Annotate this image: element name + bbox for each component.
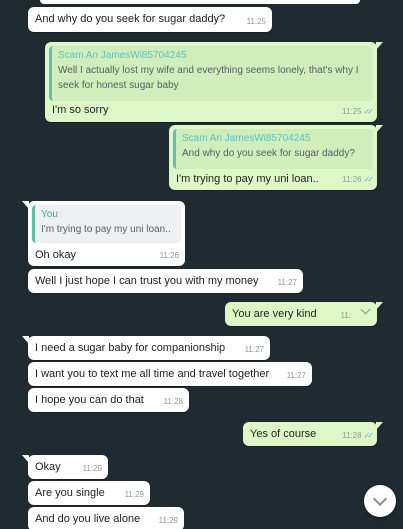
message-time: 11: [340,311,351,320]
message-bubble-incoming[interactable]: I need a sugar baby for companionship 11… [22,336,270,360]
message-bubble-outgoing[interactable]: Yes of course 11:28 ✓✓ [243,422,383,446]
message-text: Oh okay [35,249,76,261]
quoted-message[interactable]: You I'm trying to pay my uni loan.. [32,205,181,243]
quote-text: And why do you seek for sugar daddy? [182,148,355,159]
message-bubble-incoming[interactable]: You I'm trying to pay my uni loan.. Oh o… [22,201,185,266]
message-bubble-incoming[interactable]: I hope you can do that 11:28 [28,388,189,412]
message-text: Well I just hope I can trust you with my… [35,275,259,287]
message-text: You are very kind [232,308,317,320]
quote-author: Scam An JamesWi85704245 [58,50,187,61]
quote-author: You [41,209,58,220]
chat-panel: And why do you seek for sugar daddy? 11:… [0,0,403,529]
double-check-icon: ✓✓ [363,175,375,184]
message-bubble-incoming[interactable]: I want you to text me all time and trave… [28,362,312,386]
scroll-down-button[interactable] [364,485,396,517]
quote-text: I'm trying to pay my uni loan.. [41,224,171,235]
message-time: 11:27 [277,278,297,287]
message-meta: 11:28 ✓✓ [342,429,375,443]
message-bubble-incoming[interactable]: And why do you seek for sugar daddy? 11:… [28,7,272,32]
message-text: Okay [35,461,61,473]
message-time: 11:28 [342,431,362,440]
message-bubble-partial [40,0,360,4]
message-bubble-incoming[interactable]: Well I just hope I can trust you with my… [28,269,303,293]
quoted-message[interactable]: Scam An JamesWi85704245 And why do you s… [173,129,373,169]
message-bubble-outgoing[interactable]: Scam An JamesWi85704245 And why do you s… [169,125,383,190]
message-time: 11:26 [159,251,179,260]
chevron-down-icon[interactable] [360,304,371,315]
quoted-message[interactable]: Scam An JamesWi85704245 Well I actually … [49,46,373,101]
message-text: I'm trying to pay my uni loan.. [176,173,319,185]
message-text: I'm so sorry [52,104,109,116]
message-meta: 11:25 ✓✓ [342,105,375,119]
quote-text: Well I actually lost my wife and everyth… [58,65,359,91]
message-meta: 11:26 ✓✓ [342,173,375,187]
message-time: 11:25 [246,17,266,26]
message-text: Are you single [35,487,105,499]
message-time: 11:27 [286,371,306,380]
message-bubble-incoming[interactable]: Okay 11:29 [22,455,108,479]
message-bubble-incoming[interactable]: Are you single 11:29 [28,481,150,505]
message-text: And why do you seek for sugar daddy? [35,13,226,25]
message-text: And do you live alone [35,513,141,525]
message-text: Yes of course [250,428,317,440]
message-time: 11:29 [124,490,144,499]
message-time: 11:26 [342,175,362,184]
message-time: 11:27 [244,345,264,354]
double-check-icon: ✓✓ [363,431,375,440]
message-time: 11:28 [163,397,183,406]
message-time: 11:25 [342,107,362,116]
quote-author: Scam An JamesWi85704245 [182,133,311,144]
message-time: 11:29 [158,516,178,525]
message-text: I want you to text me all time and trave… [35,368,270,380]
message-bubble-incoming[interactable]: And do you live alone 11:29 [28,507,184,529]
message-bubble-outgoing[interactable]: You are very kind 11: [225,302,383,326]
message-text: I need a sugar baby for companionship [35,342,226,354]
message-bubble-outgoing[interactable]: Scam An JamesWi85704245 Well I actually … [45,42,383,122]
message-text: I hope you can do that [35,394,144,406]
message-time: 11:29 [82,464,102,473]
double-check-icon: ✓✓ [363,107,375,116]
